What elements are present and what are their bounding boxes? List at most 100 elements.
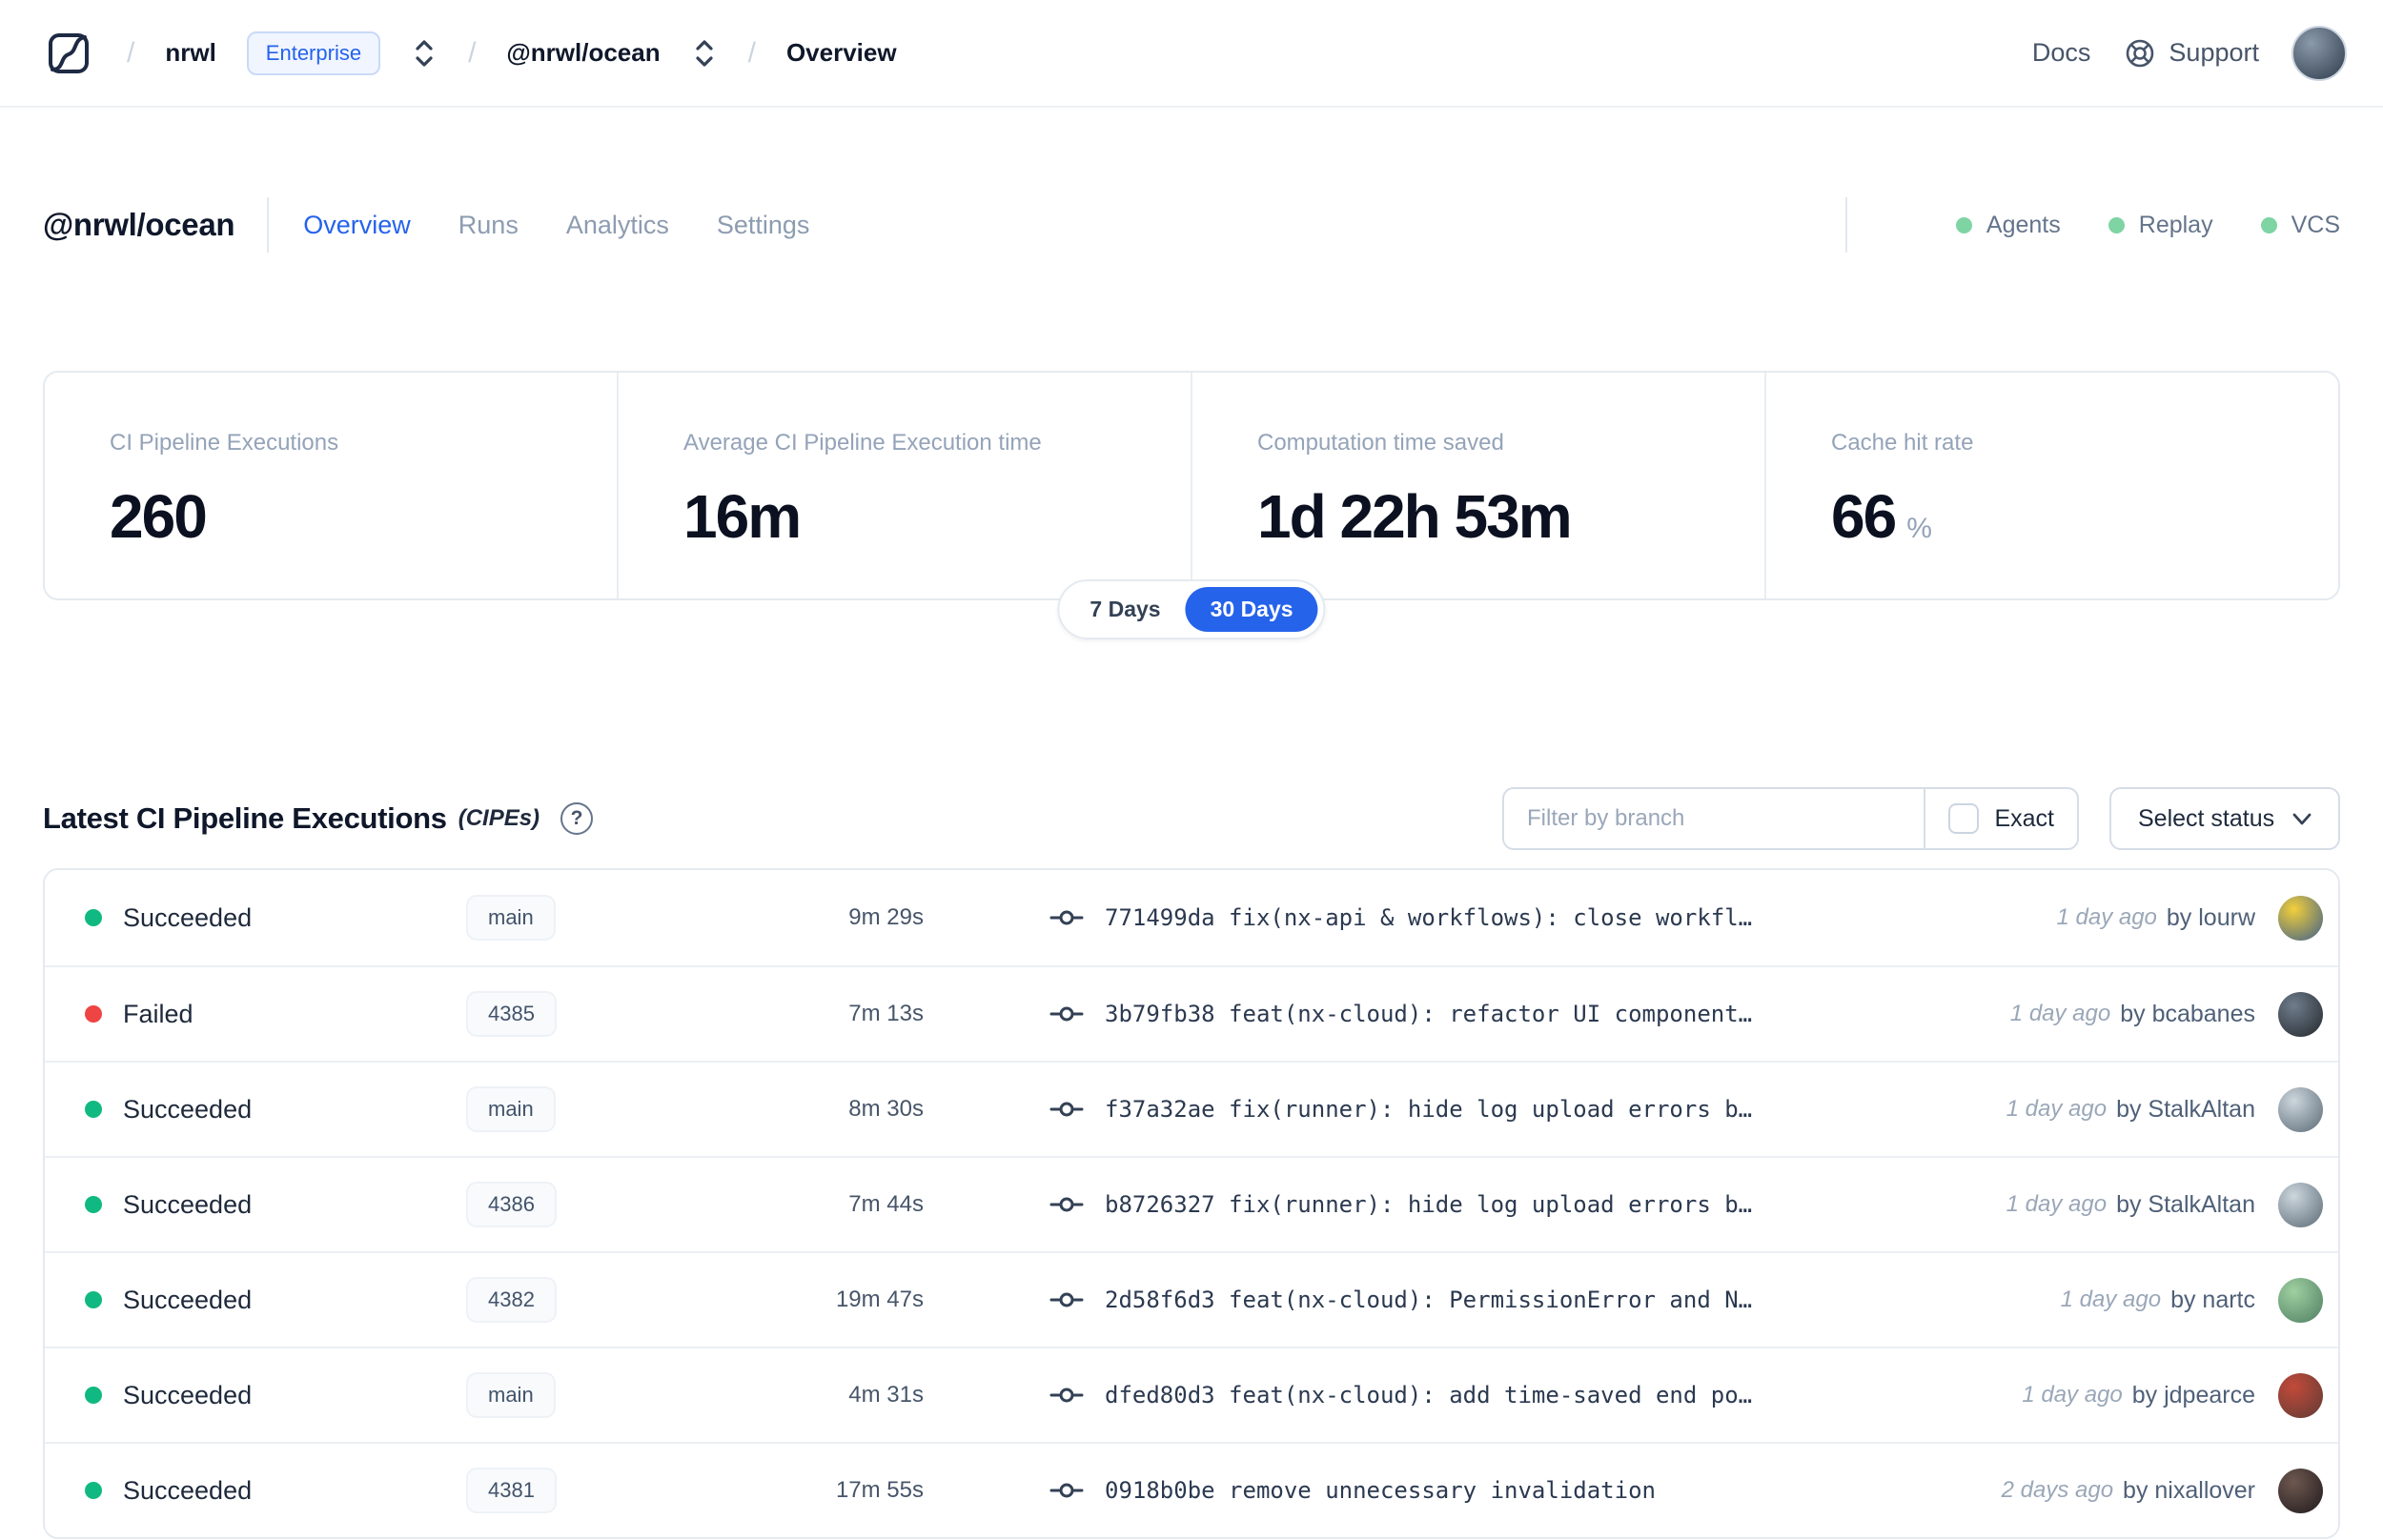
status-replay[interactable]: Replay (2108, 212, 2213, 239)
commit-message[interactable]: 771499da fix(nx-api & workflows): close … (1105, 904, 1752, 931)
branch-badge[interactable]: main (466, 1086, 556, 1132)
author-avatar[interactable] (2278, 991, 2323, 1037)
branch-badge[interactable]: 4381 (466, 1468, 557, 1513)
branch-cell: 4385 (466, 991, 704, 1037)
branch-badge[interactable]: 4385 (466, 991, 557, 1037)
tab-overview[interactable]: Overview (303, 211, 411, 240)
table-row[interactable]: Succeeded 4386 7m 44s b8726327 fix(runne… (45, 1156, 2338, 1251)
author-label: by nartc (2170, 1286, 2255, 1313)
row-meta: 1 day ago by nartc (2061, 1287, 2255, 1314)
support-link[interactable]: Support (2123, 36, 2259, 71)
commit-cell[interactable]: 0918b0be remove unnecessary invalidation (1049, 1477, 1983, 1504)
commit-cell[interactable]: 771499da fix(nx-api & workflows): close … (1049, 904, 2037, 931)
table-row[interactable]: Succeeded main 4m 31s dfed80d3 feat(nx-c… (45, 1347, 2338, 1442)
stat-average-execution-time: Average CI Pipeline Execution time 16m (617, 373, 1191, 598)
time-ago: 1 day ago (2006, 1096, 2108, 1122)
author-avatar[interactable] (2278, 1372, 2323, 1418)
stat-cache-hit-rate: Cache hit rate 66% (1764, 373, 2338, 598)
duration-label: 19m 47s (835, 1287, 924, 1312)
breadcrumb-slash: / (468, 36, 477, 69)
commit-message[interactable]: f37a32ae fix(runner): hide log upload er… (1105, 1096, 1752, 1123)
status-vcs-label: VCS (2291, 211, 2340, 238)
git-commit-icon (1049, 1287, 1084, 1312)
range-7-days-button[interactable]: 7 Days (1065, 587, 1185, 632)
table-row[interactable]: Succeeded main 9m 29s 771499da fix(nx-ap… (45, 870, 2338, 965)
nx-cloud-logo[interactable] (41, 26, 96, 81)
branch-cell: 4386 (466, 1182, 704, 1227)
range-30-days-button[interactable]: 30 Days (1185, 587, 1318, 632)
time-ago: 1 day ago (2060, 1287, 2162, 1312)
status-dot (85, 909, 102, 926)
time-ago: 2 days ago (2001, 1477, 2114, 1503)
commit-message[interactable]: 2d58f6d3 feat(nx-cloud): PermissionError… (1105, 1287, 1752, 1313)
commit-cell[interactable]: b8726327 fix(runner): hide log upload er… (1049, 1191, 1987, 1218)
table-row[interactable]: Succeeded 4381 17m 55s 0918b0be remove u… (45, 1442, 2338, 1537)
git-commit-icon (1049, 905, 1084, 930)
commit-cell[interactable]: f37a32ae fix(runner): hide log upload er… (1049, 1096, 1987, 1123)
section-subtitle: (CIPEs) (458, 805, 540, 831)
branch-badge[interactable]: main (466, 895, 556, 941)
author-avatar[interactable] (2278, 1468, 2323, 1513)
branch-filter-input[interactable] (1504, 789, 1925, 848)
author-avatar[interactable] (2278, 1182, 2323, 1227)
branch-badge[interactable]: 4386 (466, 1182, 557, 1227)
chevron-down-icon (2289, 805, 2315, 832)
support-label: Support (2169, 38, 2259, 67)
tab-settings[interactable]: Settings (717, 211, 810, 240)
commit-message[interactable]: dfed80d3 feat(nx-cloud): add time-saved … (1105, 1382, 1752, 1408)
breadcrumb: / nrwl Enterprise / @nrwl/ocean / Overvi… (41, 26, 897, 81)
help-icon[interactable]: ? (560, 802, 594, 835)
stat-label: Average CI Pipeline Execution time (683, 430, 1042, 456)
table-row[interactable]: Failed 4385 7m 13s 3b79fb38 feat(nx-clou… (45, 965, 2338, 1061)
stat-value: 260 (110, 482, 208, 551)
commit-message[interactable]: 3b79fb38 feat(nx-cloud): refactor UI com… (1105, 1001, 1752, 1027)
author-label: by nixallover (2123, 1476, 2255, 1504)
branch-cell: main (466, 895, 704, 941)
table-row[interactable]: Succeeded main 8m 30s f37a32ae fix(runne… (45, 1061, 2338, 1156)
stats-cards: CI Pipeline Executions 260 Average CI Pi… (43, 371, 2340, 600)
status-vcs[interactable]: VCS (2260, 211, 2340, 239)
branch-badge[interactable]: main (466, 1372, 556, 1418)
org-selector-chevrons-icon[interactable] (411, 34, 438, 72)
cipe-filters: Exact Select status (1502, 787, 2340, 850)
workspace-selector-chevrons-icon[interactable] (691, 34, 718, 72)
author-label: by StalkAltan (2116, 1190, 2255, 1218)
duration-label: 7m 13s (848, 1001, 924, 1026)
service-statuses: Agents Replay VCS (1844, 197, 2340, 253)
lifebuoy-icon (2123, 36, 2157, 71)
author-avatar[interactable] (2278, 1086, 2323, 1132)
status-dot (85, 1101, 102, 1118)
author-avatar[interactable] (2278, 895, 2323, 941)
exact-label: Exact (1994, 804, 2054, 832)
status-label: Failed (123, 999, 193, 1028)
tab-analytics[interactable]: Analytics (566, 211, 669, 240)
user-avatar[interactable] (2291, 25, 2347, 81)
duration-label: 4m 31s (848, 1382, 924, 1408)
divider (1844, 197, 1847, 253)
time-ago: 1 day ago (2022, 1382, 2123, 1408)
author-avatar[interactable] (2278, 1277, 2323, 1323)
git-commit-icon (1049, 1002, 1084, 1026)
table-row[interactable]: Succeeded 4382 19m 47s 2d58f6d3 feat(nx-… (45, 1251, 2338, 1347)
commit-message[interactable]: b8726327 fix(runner): hide log upload er… (1105, 1191, 1752, 1218)
breadcrumb-slash: / (127, 36, 135, 69)
commit-cell[interactable]: 2d58f6d3 feat(nx-cloud): PermissionError… (1049, 1287, 2042, 1313)
stat-suffix: % (1906, 513, 1932, 544)
status-dot (85, 1482, 102, 1499)
top-navbar: / nrwl Enterprise / @nrwl/ocean / Overvi… (0, 0, 2383, 108)
status-label: Succeeded (123, 902, 253, 932)
exact-checkbox[interactable] (1948, 803, 1980, 834)
branch-badge[interactable]: 4382 (466, 1277, 557, 1323)
author-label: by bcabanes (2120, 1000, 2255, 1027)
docs-link[interactable]: Docs (2032, 38, 2091, 68)
workspace-header: @nrwl/ocean Overview Runs Analytics Sett… (43, 189, 2340, 261)
branch-filter-group: Exact (1502, 787, 2079, 850)
commit-cell[interactable]: dfed80d3 feat(nx-cloud): add time-saved … (1049, 1382, 2003, 1408)
commit-cell[interactable]: 3b79fb38 feat(nx-cloud): refactor UI com… (1049, 1001, 1991, 1027)
status-agents[interactable]: Agents (1955, 212, 2061, 239)
tab-runs[interactable]: Runs (458, 211, 519, 240)
breadcrumb-org[interactable]: nrwl (165, 38, 215, 68)
breadcrumb-workspace[interactable]: @nrwl/ocean (506, 38, 660, 68)
commit-message[interactable]: 0918b0be remove unnecessary invalidation (1105, 1477, 1656, 1504)
select-status-dropdown[interactable]: Select status (2109, 787, 2340, 850)
